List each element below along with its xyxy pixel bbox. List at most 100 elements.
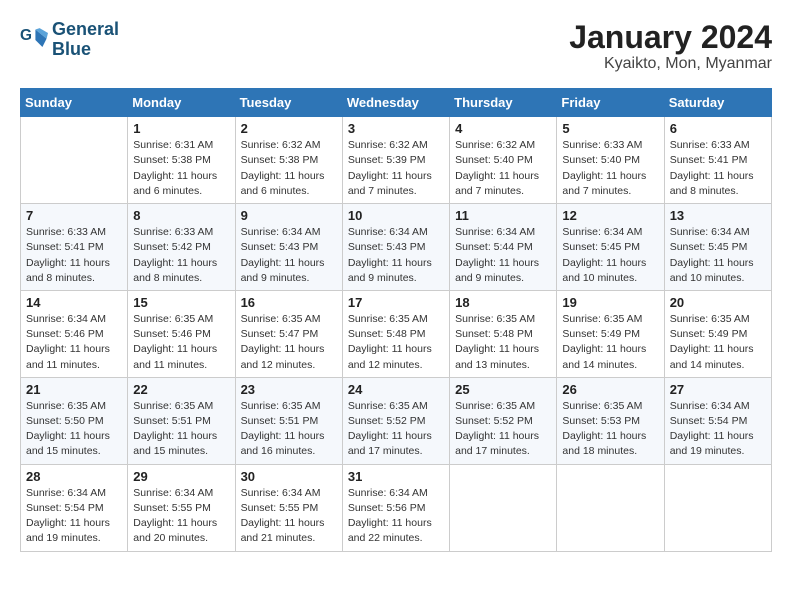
day-number: 2 — [241, 121, 337, 136]
day-number: 18 — [455, 295, 551, 310]
day-number: 27 — [670, 382, 766, 397]
calendar-cell: 17 Sunrise: 6:35 AMSunset: 5:48 PMDayligh… — [342, 290, 449, 377]
day-number: 16 — [241, 295, 337, 310]
day-number: 21 — [26, 382, 122, 397]
day-info: Sunrise: 6:35 AMSunset: 5:46 PMDaylight:… — [133, 312, 229, 373]
calendar-cell: 3 Sunrise: 6:32 AMSunset: 5:39 PMDaylight… — [342, 117, 449, 204]
day-number: 26 — [562, 382, 658, 397]
header-row: SundayMondayTuesdayWednesdayThursdayFrid… — [21, 89, 772, 117]
calendar-cell: 24 Sunrise: 6:35 AMSunset: 5:52 PMDayligh… — [342, 377, 449, 464]
day-info: Sunrise: 6:32 AMSunset: 5:38 PMDaylight:… — [241, 138, 337, 199]
logo: G General Blue — [20, 20, 119, 60]
day-number: 5 — [562, 121, 658, 136]
day-number: 31 — [348, 469, 444, 484]
day-info: Sunrise: 6:35 AMSunset: 5:52 PMDaylight:… — [348, 399, 444, 460]
day-info: Sunrise: 6:35 AMSunset: 5:52 PMDaylight:… — [455, 399, 551, 460]
day-info: Sunrise: 6:34 AMSunset: 5:56 PMDaylight:… — [348, 486, 444, 547]
location-title: Kyaikto, Mon, Myanmar — [569, 55, 772, 73]
day-number: 23 — [241, 382, 337, 397]
calendar-table: SundayMondayTuesdayWednesdayThursdayFrid… — [20, 88, 772, 551]
header-saturday: Saturday — [664, 89, 771, 117]
week-row-5: 28Sunrise: 6:34 AMSunset: 5:54 PMDayligh… — [21, 464, 772, 551]
week-row-4: 21 Sunrise: 6:35 AMSunset: 5:50 PMDayligh… — [21, 377, 772, 464]
calendar-cell: 25 Sunrise: 6:35 AMSunset: 5:52 PMDayligh… — [450, 377, 557, 464]
day-number: 13 — [670, 208, 766, 223]
day-number: 9 — [241, 208, 337, 223]
day-info: Sunrise: 6:33 AMSunset: 5:42 PMDaylight:… — [133, 225, 229, 286]
calendar-cell: 9Sunrise: 6:34 AMSunset: 5:43 PMDaylight… — [235, 204, 342, 291]
day-info: Sunrise: 6:35 AMSunset: 5:48 PMDaylight:… — [348, 312, 444, 373]
svg-text:G: G — [20, 27, 32, 44]
day-number: 19 — [562, 295, 658, 310]
calendar-cell: 10Sunrise: 6:34 AMSunset: 5:43 PMDayligh… — [342, 204, 449, 291]
calendar-cell: 4 Sunrise: 6:32 AMSunset: 5:40 PMDaylight… — [450, 117, 557, 204]
calendar-cell: 5 Sunrise: 6:33 AMSunset: 5:40 PMDaylight… — [557, 117, 664, 204]
day-number: 30 — [241, 469, 337, 484]
calendar-cell: 11Sunrise: 6:34 AMSunset: 5:44 PMDayligh… — [450, 204, 557, 291]
day-info: Sunrise: 6:32 AMSunset: 5:39 PMDaylight:… — [348, 138, 444, 199]
day-info: Sunrise: 6:35 AMSunset: 5:50 PMDaylight:… — [26, 399, 122, 460]
calendar-cell: 16 Sunrise: 6:35 AMSunset: 5:47 PMDayligh… — [235, 290, 342, 377]
day-info: Sunrise: 6:33 AMSunset: 5:40 PMDaylight:… — [562, 138, 658, 199]
calendar-cell: 22Sunrise: 6:35 AMSunset: 5:51 PMDayligh… — [128, 377, 235, 464]
calendar-cell: 26 Sunrise: 6:35 AMSunset: 5:53 PMDayligh… — [557, 377, 664, 464]
day-number: 3 — [348, 121, 444, 136]
calendar-cell: 8 Sunrise: 6:33 AMSunset: 5:42 PMDaylight… — [128, 204, 235, 291]
day-info: Sunrise: 6:34 AMSunset: 5:44 PMDaylight:… — [455, 225, 551, 286]
day-number: 7 — [26, 208, 122, 223]
calendar-cell: 29Sunrise: 6:34 AMSunset: 5:55 PMDayligh… — [128, 464, 235, 551]
calendar-cell: 7 Sunrise: 6:33 AMSunset: 5:41 PMDaylight… — [21, 204, 128, 291]
calendar-cell: 20Sunrise: 6:35 AMSunset: 5:49 PMDayligh… — [664, 290, 771, 377]
day-number: 12 — [562, 208, 658, 223]
day-info: Sunrise: 6:31 AMSunset: 5:38 PMDaylight:… — [133, 138, 229, 199]
calendar-cell — [450, 464, 557, 551]
calendar-body: 1 Sunrise: 6:31 AMSunset: 5:38 PMDaylight… — [21, 117, 772, 551]
day-number: 6 — [670, 121, 766, 136]
logo-text: General Blue — [52, 20, 119, 60]
day-info: Sunrise: 6:35 AMSunset: 5:53 PMDaylight:… — [562, 399, 658, 460]
header-wednesday: Wednesday — [342, 89, 449, 117]
day-info: Sunrise: 6:35 AMSunset: 5:47 PMDaylight:… — [241, 312, 337, 373]
calendar-cell: 14Sunrise: 6:34 AMSunset: 5:46 PMDayligh… — [21, 290, 128, 377]
day-number: 4 — [455, 121, 551, 136]
day-info: Sunrise: 6:34 AMSunset: 5:54 PMDaylight:… — [670, 399, 766, 460]
week-row-1: 1 Sunrise: 6:31 AMSunset: 5:38 PMDaylight… — [21, 117, 772, 204]
calendar-cell: 12 Sunrise: 6:34 AMSunset: 5:45 PMDayligh… — [557, 204, 664, 291]
day-number: 29 — [133, 469, 229, 484]
calendar-cell — [664, 464, 771, 551]
day-info: Sunrise: 6:33 AMSunset: 5:41 PMDaylight:… — [670, 138, 766, 199]
day-number: 8 — [133, 208, 229, 223]
header-tuesday: Tuesday — [235, 89, 342, 117]
day-number: 1 — [133, 121, 229, 136]
calendar-cell: 23Sunrise: 6:35 AMSunset: 5:51 PMDayligh… — [235, 377, 342, 464]
calendar-cell: 21 Sunrise: 6:35 AMSunset: 5:50 PMDayligh… — [21, 377, 128, 464]
page-header: G General Blue January 2024 Kyaikto, Mon… — [20, 20, 772, 73]
header-monday: Monday — [128, 89, 235, 117]
header-thursday: Thursday — [450, 89, 557, 117]
calendar-cell: 28Sunrise: 6:34 AMSunset: 5:54 PMDayligh… — [21, 464, 128, 551]
day-number: 10 — [348, 208, 444, 223]
day-info: Sunrise: 6:34 AMSunset: 5:45 PMDaylight:… — [562, 225, 658, 286]
day-number: 15 — [133, 295, 229, 310]
day-number: 28 — [26, 469, 122, 484]
calendar-cell — [21, 117, 128, 204]
day-info: Sunrise: 6:32 AMSunset: 5:40 PMDaylight:… — [455, 138, 551, 199]
calendar-cell: 13Sunrise: 6:34 AMSunset: 5:45 PMDayligh… — [664, 204, 771, 291]
calendar-cell: 31 Sunrise: 6:34 AMSunset: 5:56 PMDayligh… — [342, 464, 449, 551]
calendar-cell: 15 Sunrise: 6:35 AMSunset: 5:46 PMDayligh… — [128, 290, 235, 377]
day-number: 17 — [348, 295, 444, 310]
week-row-3: 14Sunrise: 6:34 AMSunset: 5:46 PMDayligh… — [21, 290, 772, 377]
day-number: 14 — [26, 295, 122, 310]
calendar-cell: 2 Sunrise: 6:32 AMSunset: 5:38 PMDaylight… — [235, 117, 342, 204]
day-info: Sunrise: 6:33 AMSunset: 5:41 PMDaylight:… — [26, 225, 122, 286]
day-number: 20 — [670, 295, 766, 310]
title-area: January 2024 Kyaikto, Mon, Myanmar — [569, 20, 772, 73]
day-number: 24 — [348, 382, 444, 397]
header-friday: Friday — [557, 89, 664, 117]
day-number: 25 — [455, 382, 551, 397]
calendar-cell: 18Sunrise: 6:35 AMSunset: 5:48 PMDayligh… — [450, 290, 557, 377]
day-number: 22 — [133, 382, 229, 397]
calendar-header: SundayMondayTuesdayWednesdayThursdayFrid… — [21, 89, 772, 117]
calendar-cell: 1 Sunrise: 6:31 AMSunset: 5:38 PMDaylight… — [128, 117, 235, 204]
week-row-2: 7 Sunrise: 6:33 AMSunset: 5:41 PMDaylight… — [21, 204, 772, 291]
